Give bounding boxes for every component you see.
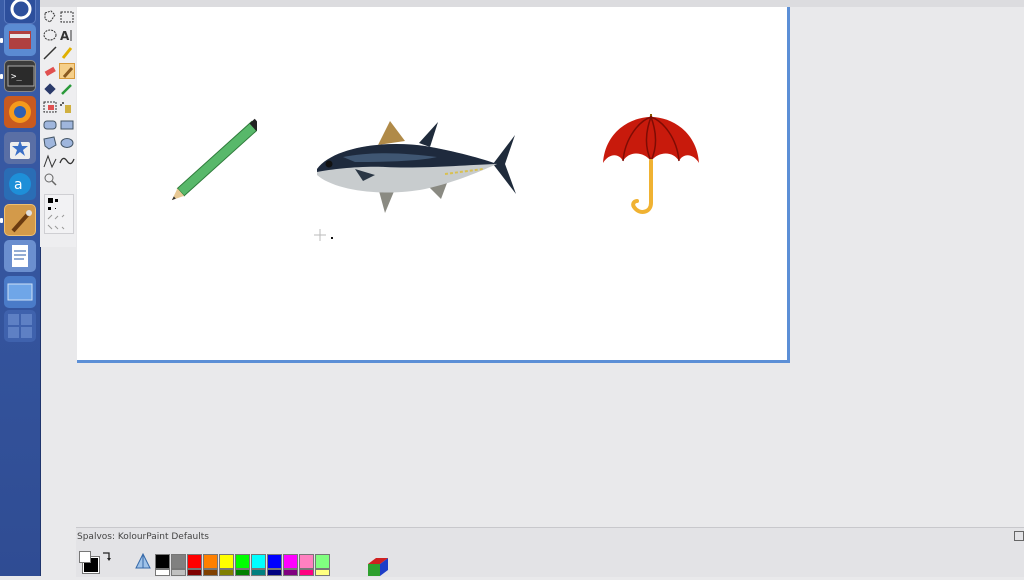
rectangle-tool-icon[interactable]	[59, 117, 75, 133]
rectangular-selection-tool-icon[interactable]	[59, 9, 75, 25]
libreoffice-icon[interactable]: a	[4, 168, 36, 200]
terminal-running-indicator	[0, 74, 3, 79]
tuna-fish-image	[317, 121, 516, 213]
tool-options-box[interactable]	[44, 194, 74, 234]
palette-swatch[interactable]	[299, 569, 314, 576]
swap-colors-icon[interactable]	[101, 551, 111, 563]
text-tool-icon[interactable]: A	[59, 27, 75, 43]
palette-swatch[interactable]	[283, 554, 298, 569]
terminal-icon[interactable]: >_	[4, 60, 36, 92]
brush-size-options-icon	[47, 198, 65, 230]
writer-icon[interactable]	[4, 240, 36, 272]
palette-swatch[interactable]	[155, 569, 170, 576]
foreground-background-color-box[interactable]	[79, 551, 111, 576]
elliptical-selection-tool-icon[interactable]	[42, 27, 58, 43]
palette-swatch[interactable]	[315, 569, 330, 576]
polygon-tool-icon[interactable]	[42, 135, 58, 151]
brush-tool-icon[interactable]	[59, 63, 75, 79]
color-picker-tool-icon[interactable]	[59, 81, 75, 97]
spraycan-tool-icon[interactable]	[59, 99, 75, 115]
palette-swatch[interactable]	[267, 554, 282, 569]
palette-swatch[interactable]	[203, 569, 218, 576]
palette-swatch[interactable]	[283, 569, 298, 576]
line-tool-icon[interactable]	[42, 45, 58, 61]
files-icon[interactable]	[4, 24, 36, 56]
svg-text:>_: >_	[11, 72, 22, 82]
workspace-icon[interactable]	[4, 276, 36, 308]
palette-swatch[interactable]	[219, 569, 234, 576]
pencil-image	[171, 118, 257, 201]
palette-swatch[interactable]	[187, 569, 202, 576]
free-form-selection-tool-icon[interactable]	[42, 9, 58, 25]
palette-swatch[interactable]	[251, 569, 266, 576]
svg-text:a: a	[14, 177, 23, 193]
flood-fill-tool-icon[interactable]	[42, 81, 58, 97]
palette-swatch[interactable]	[171, 569, 186, 576]
workspace-switcher-icon[interactable]	[4, 310, 36, 342]
kolourpaint-icon[interactable]	[4, 204, 36, 236]
svg-text:A: A	[60, 29, 70, 43]
background-color-swatch[interactable]	[79, 551, 91, 563]
brush-cursor-icon	[314, 229, 333, 241]
kolourpaint-running-indicator	[0, 218, 3, 223]
float-dock-button[interactable]	[1014, 531, 1024, 541]
palette-swatch[interactable]	[203, 554, 218, 569]
palette-swatch[interactable]	[235, 554, 250, 569]
palette-swatch[interactable]	[251, 554, 266, 569]
palette-swatch[interactable]	[299, 554, 314, 569]
palette-swatch[interactable]	[315, 554, 330, 569]
eraser-tool-icon[interactable]	[42, 63, 58, 79]
palette-swatch[interactable]	[155, 554, 170, 569]
unity-launcher: >_ a	[0, 0, 41, 576]
palette-swatch[interactable]	[171, 554, 186, 569]
color-similarity-icon[interactable]	[134, 552, 152, 571]
curve-tool-icon[interactable]	[59, 153, 75, 169]
zoom-tool-icon[interactable]	[42, 171, 58, 187]
pen-tool-icon[interactable]	[59, 45, 75, 61]
drawing-canvas[interactable]	[77, 7, 790, 363]
umbrella-image	[603, 114, 699, 214]
software-center-icon[interactable]	[4, 132, 36, 164]
palette-swatch[interactable]	[219, 554, 234, 569]
color-cube-icon[interactable]	[366, 556, 390, 576]
palette-dock-title: Spalvos: KolourPaint Defaults	[77, 532, 209, 542]
palette-swatch[interactable]	[187, 554, 202, 569]
palette-swatch[interactable]	[267, 569, 282, 576]
rounded-rectangle-tool-icon[interactable]	[42, 117, 58, 133]
ellipse-tool-icon[interactable]	[59, 135, 75, 151]
firefox-icon[interactable]	[4, 96, 36, 128]
files-running-indicator	[0, 38, 3, 43]
palette-swatch[interactable]	[235, 569, 250, 576]
connected-lines-tool-icon[interactable]	[42, 153, 58, 169]
color-eraser-tool-icon[interactable]	[42, 99, 58, 115]
ubuntu-dash-icon[interactable]	[4, 0, 36, 24]
